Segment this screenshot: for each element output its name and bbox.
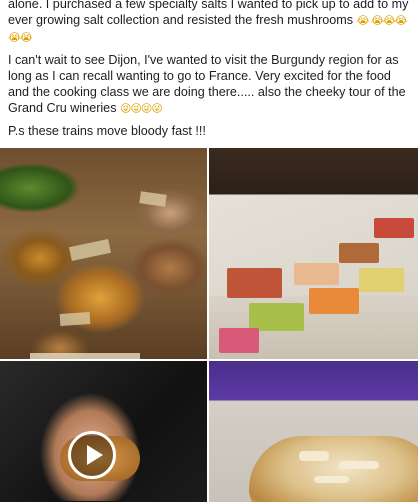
macaron-tray: [309, 288, 359, 314]
macaron-tray: [249, 303, 304, 331]
post-paragraph: alone. I purchased a few specialty salts…: [8, 0, 410, 46]
macaron-tray: [227, 268, 282, 298]
photo-croissant-on-train[interactable]: [209, 361, 418, 502]
pastry-flake: [299, 451, 329, 461]
post-paragraph: I can't wait to see Dijon, I've wanted t…: [8, 52, 410, 117]
macaron-tray: [374, 218, 414, 238]
paragraph-text: P.s these trains move bloody fast !!!: [8, 124, 206, 138]
winking-tongue-emoji: 😜😜😜😜: [120, 102, 163, 115]
macaron-tray: [294, 263, 339, 285]
video-hand-holding-pastry[interactable]: [0, 361, 207, 502]
play-icon: [87, 445, 103, 465]
pastry-flake: [314, 476, 349, 483]
paragraph-text: I can't wait to see Dijon, I've wanted t…: [8, 53, 406, 115]
macaron-tray: [359, 268, 404, 292]
crate-edge: [30, 353, 140, 359]
price-sign: [59, 311, 91, 327]
post-paragraph: P.s these trains move bloody fast !!!: [8, 123, 410, 139]
photo-mushroom-market-stall[interactable]: [0, 148, 207, 359]
photo-macaron-display-case[interactable]: [209, 148, 418, 359]
media-grid: [0, 148, 418, 502]
price-sign: [68, 238, 112, 262]
macaron-tray: [219, 328, 259, 353]
pastry-flake: [339, 461, 379, 469]
play-button[interactable]: [68, 431, 116, 479]
price-sign: [139, 191, 167, 207]
paragraph-text: alone. I purchased a few specialty salts…: [8, 0, 409, 27]
post-body: alone. I purchased a few specialty salts…: [0, 0, 418, 145]
croissant: [249, 436, 418, 502]
macaron-tray: [339, 243, 379, 263]
